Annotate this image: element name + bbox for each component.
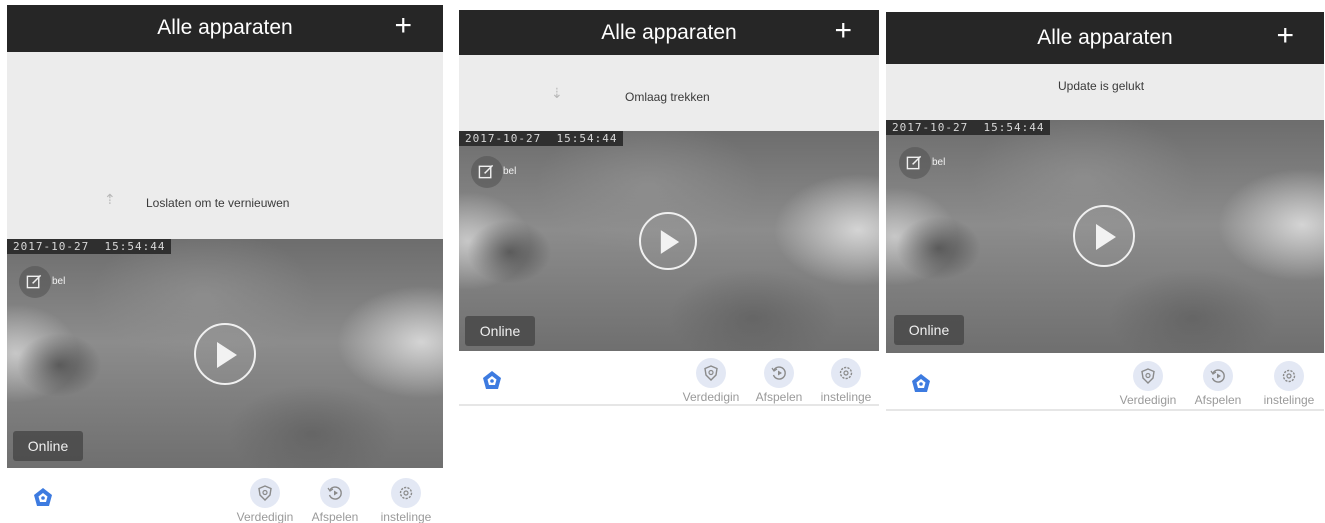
arrow-up-icon: ⇡: [104, 191, 116, 207]
tab-defense[interactable]: Verdedigin: [230, 478, 300, 523]
play-button[interactable]: [194, 323, 256, 385]
gear-icon: [839, 366, 853, 380]
device-name: bel: [503, 166, 517, 177]
edit-icon: [906, 155, 922, 170]
bottom-tab-bar: Verdedigin Afspelen instelinge: [886, 353, 1324, 409]
tab-label: Verdedigin: [236, 510, 294, 523]
play-button[interactable]: [1073, 205, 1135, 267]
tab-settings[interactable]: instelinge: [371, 478, 441, 523]
play-icon: [1096, 224, 1116, 250]
bottom-tab-bar: Verdedigin Afspelen instelinge: [7, 468, 443, 523]
tab-label: Afspelen: [755, 390, 803, 404]
camera-preview[interactable]: 2017-10-27 15:54:44 bel Online: [459, 131, 879, 351]
shield-icon: [1141, 368, 1155, 384]
top-bar: Alle apparaten +: [459, 10, 879, 55]
divider: [459, 404, 879, 406]
replay-icon: [327, 486, 342, 500]
top-bar: Alle apparaten +: [7, 5, 443, 52]
screen-pull-down: Alle apparaten + ⇣ Omlaag trekken 2017-1…: [459, 10, 879, 408]
device-name: bel: [932, 157, 946, 168]
replay-icon: [1210, 369, 1225, 383]
device-name: bel: [52, 276, 66, 287]
tab-label: instelinge: [380, 510, 432, 523]
divider: [886, 409, 1324, 411]
bottom-tab-bar: Verdedigin Afspelen instelinge: [459, 351, 879, 404]
pull-refresh-area: ⇣ Omlaag trekken: [459, 55, 879, 131]
replay-icon: [771, 366, 786, 380]
screen-update-success: Alle apparaten + Update is gelukt 2017-1…: [886, 12, 1324, 418]
arrow-down-icon: ⇣: [551, 85, 563, 101]
rename-device-button[interactable]: [471, 156, 503, 188]
play-button[interactable]: [639, 212, 697, 270]
video-timestamp: 2017-10-27 15:54:44: [7, 239, 172, 254]
tab-settings[interactable]: instelinge: [1254, 361, 1324, 407]
add-device-button[interactable]: +: [394, 11, 412, 41]
gear-icon: [1282, 369, 1296, 383]
page-title: Alle apparaten: [1037, 26, 1173, 49]
tab-label: Afspelen: [1194, 393, 1242, 407]
play-icon: [217, 342, 237, 368]
shield-icon: [258, 485, 272, 501]
page-title: Alle apparaten: [157, 16, 293, 39]
status-badge: Online: [13, 431, 83, 461]
tab-defense[interactable]: Verdedigin: [1113, 361, 1183, 407]
refresh-status-text: Loslaten om te vernieuwen: [146, 196, 290, 210]
tab-label: Verdedigin: [682, 390, 740, 404]
home-tab-icon[interactable]: [482, 370, 502, 390]
refresh-status-text: Update is gelukt: [1058, 79, 1145, 93]
add-device-button[interactable]: +: [1276, 21, 1294, 51]
home-tab-icon[interactable]: [911, 373, 931, 393]
tab-playback[interactable]: Afspelen: [744, 358, 814, 404]
edit-icon: [26, 274, 42, 289]
tab-label: instelinge: [820, 390, 872, 404]
refresh-status-text: Omlaag trekken: [625, 90, 710, 104]
top-bar: Alle apparaten +: [886, 12, 1324, 64]
tab-playback[interactable]: Afspelen: [300, 478, 370, 523]
camera-preview[interactable]: 2017-10-27 15:54:44 bel Online: [886, 120, 1324, 353]
tab-playback[interactable]: Afspelen: [1183, 361, 1253, 407]
gear-icon: [399, 486, 413, 500]
camera-preview[interactable]: 2017-10-27 15:54:44 bel Online: [7, 239, 443, 468]
page-title: Alle apparaten: [601, 21, 737, 44]
status-badge: Online: [894, 315, 964, 345]
tab-label: Afspelen: [311, 510, 359, 523]
pull-refresh-area: ⇡ Loslaten om te vernieuwen: [7, 52, 443, 239]
play-icon: [660, 230, 680, 254]
screen-release-to-refresh: Alle apparaten + ⇡ Loslaten om te vernie…: [7, 5, 443, 523]
video-timestamp: 2017-10-27 15:54:44: [459, 131, 624, 146]
shield-icon: [704, 365, 718, 381]
home-tab-icon[interactable]: [33, 487, 53, 507]
video-timestamp: 2017-10-27 15:54:44: [886, 120, 1051, 135]
tab-settings[interactable]: instelinge: [811, 358, 879, 404]
tab-defense[interactable]: Verdedigin: [676, 358, 746, 404]
pull-refresh-area: Update is gelukt: [886, 64, 1324, 120]
add-device-button[interactable]: +: [834, 16, 852, 46]
tab-label: instelinge: [1263, 393, 1315, 407]
status-badge: Online: [465, 316, 535, 346]
edit-icon: [478, 164, 494, 179]
tab-label: Verdedigin: [1119, 393, 1177, 407]
rename-device-button[interactable]: [19, 266, 51, 298]
rename-device-button[interactable]: [899, 147, 931, 179]
